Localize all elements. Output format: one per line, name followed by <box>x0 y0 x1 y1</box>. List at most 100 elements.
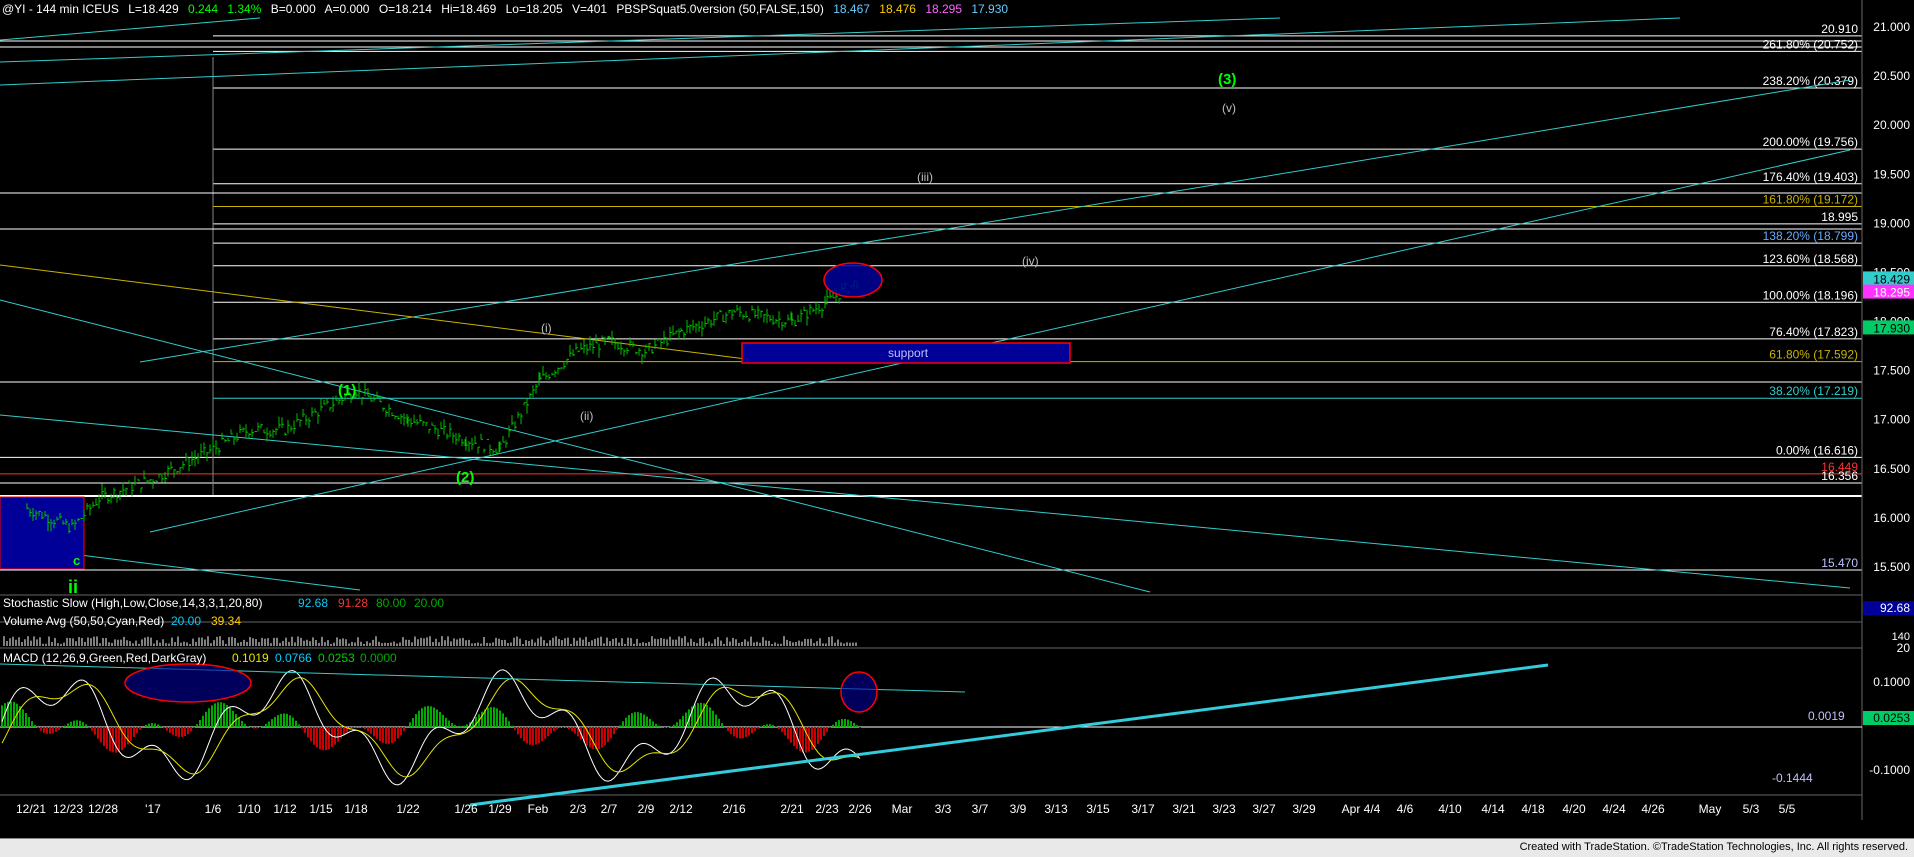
support-label: support <box>888 346 929 360</box>
stoch-label: Stochastic Slow (High,Low,Close,14,3,3,1… <box>3 596 262 610</box>
date-tick: 4/14 <box>1481 802 1505 816</box>
bid: B=0.000 <box>270 2 316 16</box>
price-tick: 16.000 <box>1873 511 1910 525</box>
volume: V=401 <box>572 2 608 16</box>
date-tick: 2/26 <box>848 802 872 816</box>
date-tick: 5/3 <box>1743 802 1760 816</box>
date-tick: 4/26 <box>1641 802 1665 816</box>
pct: 1.34% <box>227 2 262 16</box>
price-tick: 17.500 <box>1873 364 1910 378</box>
date-tick: 2/16 <box>722 802 746 816</box>
price-tick: 20.500 <box>1873 69 1910 83</box>
stoch-axis-value: 92.68 <box>1880 601 1910 615</box>
wave-ii-paren-label: (ii) <box>580 409 593 423</box>
fib-level-label: 61.80% (17.592) <box>1769 348 1858 362</box>
macd-v1: 0.1019 <box>232 651 269 665</box>
date-tick: 2/9 <box>638 802 655 816</box>
date-tick: 3/17 <box>1131 802 1155 816</box>
macd-ellipse-left <box>124 663 252 703</box>
fib-level-label: 15.470 <box>1821 556 1858 570</box>
date-tick: 2/12 <box>669 802 693 816</box>
date-tick: 4/10 <box>1438 802 1462 816</box>
date-tick: 3/27 <box>1252 802 1276 816</box>
date-tick: 1/22 <box>396 802 420 816</box>
macd-axis: 0.0253 <box>1873 711 1910 725</box>
fib-level-label: 38.20% (17.219) <box>1769 384 1858 398</box>
date-tick: 2/23 <box>815 802 839 816</box>
wave-2-label: (2) <box>456 469 474 486</box>
green-value: 17.930 <box>1873 321 1910 335</box>
volume-bars <box>3 636 857 646</box>
price-tick: 19.500 <box>1873 167 1910 181</box>
study: PBSPSquat5.0version (50,FALSE,150) <box>616 2 824 16</box>
macd-v4: 0.0000 <box>360 651 397 665</box>
fib-level-label: 123.60% (18.568) <box>1763 252 1858 266</box>
price-tick: 21.000 <box>1873 20 1910 34</box>
price-axis: 21.00020.50020.00019.50019.00018.50018.0… <box>1863 0 1914 820</box>
date-tick: 3/9 <box>1010 802 1027 816</box>
study-v1: 18.467 <box>833 2 870 16</box>
fib-level-label: 176.40% (19.403) <box>1763 170 1858 184</box>
date-tick: 4/24 <box>1602 802 1626 816</box>
date-tick: 12/21 <box>16 802 46 816</box>
volume-v2: 39.34 <box>211 614 241 628</box>
date-tick: 2/7 <box>601 802 618 816</box>
study-v2: 18.476 <box>879 2 916 16</box>
date-tick: 2/21 <box>780 802 804 816</box>
volume-v1: 20.00 <box>171 614 201 628</box>
date-tick: Mar <box>892 802 913 816</box>
price-tick: 20.000 <box>1873 118 1910 132</box>
date-tick: '17 <box>145 802 161 816</box>
date-axis: 12/21 12/23 12/28 '17 1/6 1/10 1/12 1/15 1/18 1/2… <box>16 802 1796 816</box>
wave-iii-label: (iii) <box>917 170 933 184</box>
fib-level-label: 100.00% (18.196) <box>1763 288 1858 302</box>
fib-level-label: 261.80% (20.752) <box>1763 37 1858 51</box>
fib-level-label: 0.00% (16.616) <box>1776 443 1858 457</box>
date-tick: 12/28 <box>88 802 118 816</box>
fib-level-label: 138.20% (18.799) <box>1763 229 1858 243</box>
high: Hi=18.469 <box>441 2 497 16</box>
date-tick: 3/23 <box>1212 802 1236 816</box>
macd-trendline-thick <box>469 663 1549 807</box>
open: O=18.214 <box>378 2 432 16</box>
fib-level-label: 200.00% (19.756) <box>1763 135 1858 149</box>
date-tick: 12/23 <box>53 802 83 816</box>
volume-label: Volume Avg (50,50,Cyan,Red) <box>3 614 164 628</box>
fib-level-label: 161.80% (19.172) <box>1763 192 1858 206</box>
last: L=18.429 <box>128 2 179 16</box>
macd-zero-value: 0.0019 <box>1808 709 1845 723</box>
date-tick: 1/15 <box>309 802 333 816</box>
fib-level-label: 16.356 <box>1821 469 1858 483</box>
stoch-v1: 92.68 <box>298 596 328 610</box>
date-tick: 1/29 <box>488 802 512 816</box>
date-tick: Apr 4/4 <box>1342 802 1381 816</box>
price-tick: 17.000 <box>1873 413 1910 427</box>
macd-ellipse-right <box>840 671 878 713</box>
date-tick: 1/6 <box>205 802 222 816</box>
wave-c-label: c <box>73 553 80 568</box>
date-tick: 1/10 <box>237 802 261 816</box>
macd-label: MACD (12,26,9,Green,Red,DarkGray) <box>3 651 206 665</box>
study-v4: 17.930 <box>971 2 1009 16</box>
fib-level-label: 76.40% (17.823) <box>1769 325 1858 339</box>
magenta-value: 18.295 <box>1873 286 1910 300</box>
top-ellipse <box>823 262 883 298</box>
macd-v2: 0.0766 <box>275 651 312 665</box>
date-tick: 5/5 <box>1779 802 1796 816</box>
date-tick: 1/18 <box>344 802 368 816</box>
wave-i-label: (i) <box>541 321 552 335</box>
date-tick: 3/7 <box>972 802 989 816</box>
change: 0.244 <box>187 2 218 16</box>
date-tick: 2/3 <box>570 802 587 816</box>
date-tick: 1/12 <box>273 802 297 816</box>
macd-v3: 0.0253 <box>318 651 355 665</box>
price-tick: 15.500 <box>1873 560 1910 574</box>
symbol: @YI - 144 min ICEUS <box>2 2 119 16</box>
date-tick: 3/29 <box>1292 802 1316 816</box>
date-tick: 3/21 <box>1172 802 1196 816</box>
macd-axis: 0.1000 <box>1873 675 1910 689</box>
price-tick: 19.000 <box>1873 216 1910 230</box>
stoch-v2: 91.28 <box>338 596 368 610</box>
vol-axis-value: 20 <box>1897 641 1911 655</box>
last-price-value: 18.429 <box>1873 272 1910 286</box>
